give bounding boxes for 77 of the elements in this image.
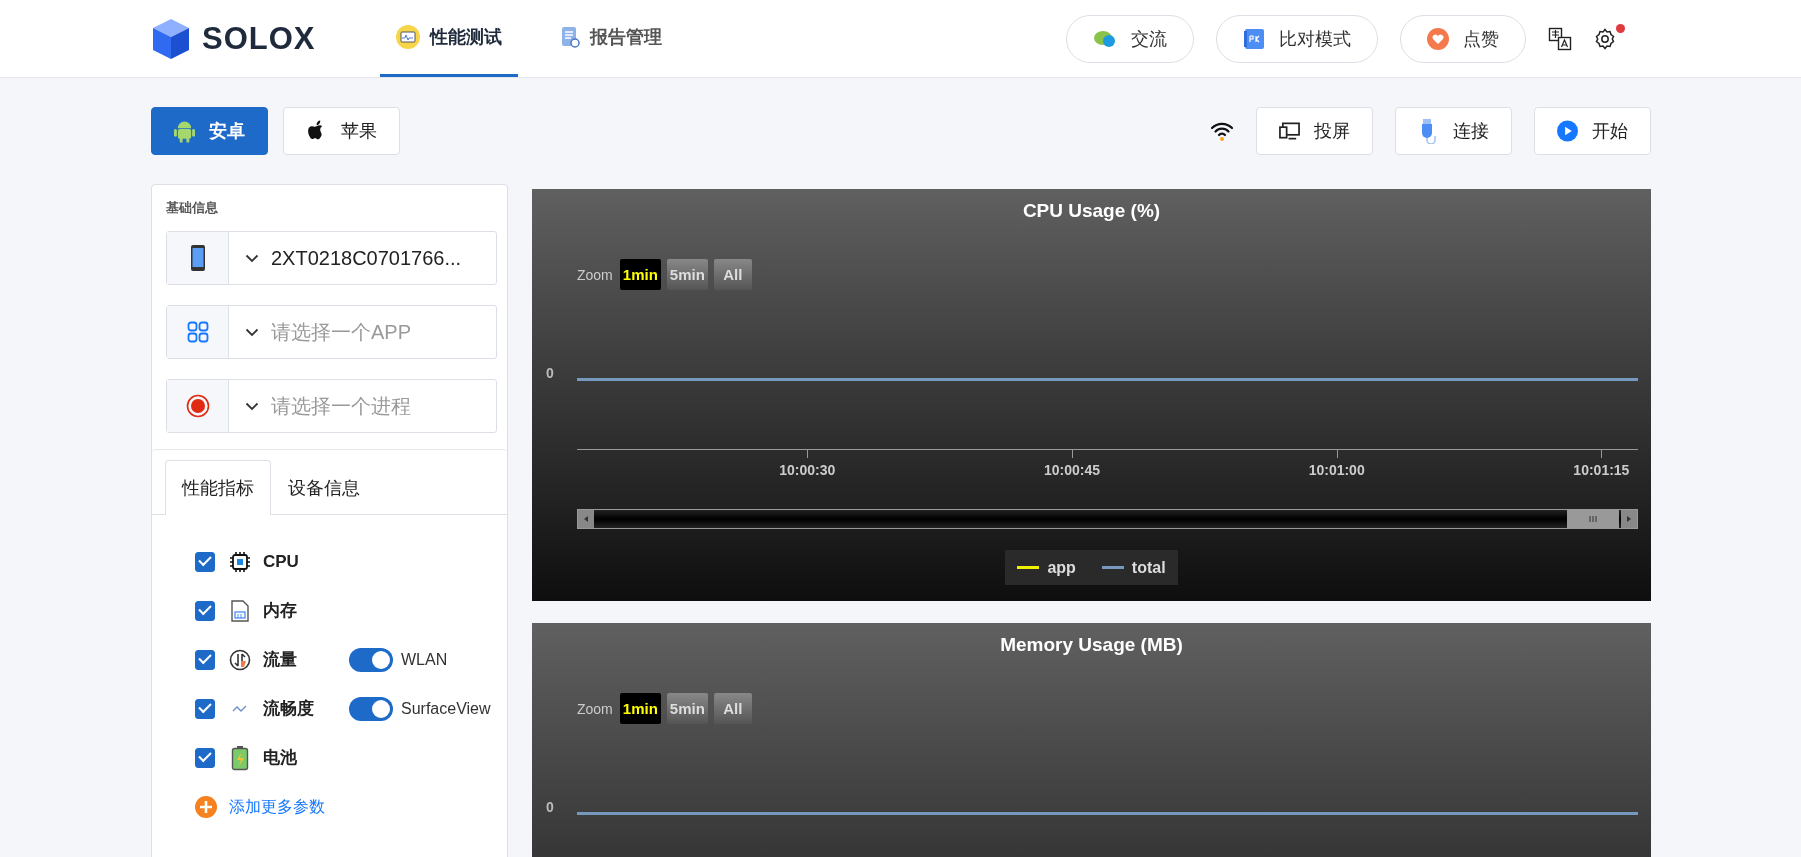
checkbox[interactable]: [195, 551, 215, 572]
play-icon: [1557, 120, 1578, 142]
panel-tab[interactable]: 设备信息: [271, 460, 377, 515]
header-button[interactable]: 点赞: [1400, 14, 1526, 63]
chart-title: Memory Usage (MB): [1000, 634, 1183, 655]
cpu-icon: [229, 550, 251, 573]
metric-label: 电池: [263, 748, 297, 767]
phone-icon: [189, 244, 206, 272]
wifi-icon: [1210, 121, 1234, 141]
zoom-button[interactable]: 5min: [666, 693, 708, 724]
add-icon[interactable]: [195, 796, 217, 818]
toggle-label: WLAN: [401, 650, 448, 669]
zoom-label: Zoom: [577, 266, 613, 283]
cube-logo-icon: [152, 17, 190, 60]
legend-label[interactable]: total: [1131, 558, 1166, 577]
android-icon: [174, 118, 195, 144]
zoom-button[interactable]: 5min: [666, 259, 708, 290]
nav-tab[interactable]: 性能测试: [379, 0, 518, 77]
select-value: 2XT0218C0701766...: [271, 246, 462, 270]
section-title: 基础信息: [166, 200, 218, 215]
zoom-label: Zoom: [577, 700, 613, 717]
x-axis-label: 10:01:00: [1308, 462, 1365, 478]
header-button[interactable]: 比对模式: [1216, 14, 1378, 63]
panel-tab[interactable]: 性能指标: [165, 460, 271, 515]
x-axis-label: 10:01:15: [1573, 462, 1630, 478]
translate-icon[interactable]: [1548, 26, 1572, 51]
record-icon: [185, 394, 210, 418]
scroll-handle[interactable]: [1567, 510, 1637, 528]
zoom-button[interactable]: 1min: [619, 259, 661, 290]
chat-icon: [1093, 28, 1117, 49]
traffic-icon: [229, 648, 251, 671]
toggle-label: SurfaceView: [401, 699, 491, 718]
checkbox[interactable]: [195, 698, 215, 719]
metric-label: 流畅度: [263, 699, 314, 718]
nav-tab[interactable]: 报告管理: [543, 0, 678, 77]
report-icon: [559, 25, 580, 49]
zoom-button[interactable]: All: [713, 259, 752, 290]
add-more-link[interactable]: 添加更多参数: [229, 796, 325, 818]
chevron-down-icon: [245, 327, 259, 337]
apps-icon: [186, 321, 209, 343]
select-placeholder: 请选择一个进程: [271, 393, 411, 419]
settings-icon[interactable]: [1594, 27, 1616, 50]
metric-label: 流量: [263, 650, 297, 669]
zoom-button[interactable]: All: [713, 693, 752, 724]
select-field[interactable]: 2XT0218C0701766...: [166, 231, 497, 285]
chevron-down-icon: [245, 401, 259, 411]
platform-button[interactable]: 安卓: [151, 107, 268, 155]
zoom-button[interactable]: 1min: [619, 693, 661, 724]
toggle-switch[interactable]: [349, 696, 393, 721]
pk-icon: [1243, 27, 1265, 50]
metric-label: CPU: [263, 551, 299, 571]
battery-icon: [231, 744, 249, 771]
chevron-down-icon: [245, 253, 259, 263]
toolbar-button[interactable]: 连接: [1395, 107, 1512, 155]
select-placeholder: 请选择一个APP: [271, 319, 412, 345]
y-axis-label: 0: [545, 365, 555, 381]
y-axis-label: 0: [545, 799, 555, 815]
chart-scrollbar[interactable]: [577, 509, 1638, 529]
toolbar-button[interactable]: 投屏: [1256, 107, 1373, 155]
x-axis-label: 10:00:30: [779, 462, 836, 478]
x-axis-label: 10:00:45: [1043, 462, 1100, 478]
header-button[interactable]: 交流: [1066, 14, 1194, 63]
app-logo-text: SOLOX: [202, 20, 316, 57]
screen-icon: [1279, 121, 1300, 141]
metric-label: 内存: [263, 601, 297, 620]
checkbox[interactable]: [195, 747, 215, 768]
fps-icon: [232, 703, 248, 714]
toggle-switch[interactable]: [349, 647, 393, 672]
checkbox[interactable]: [195, 600, 215, 621]
platform-button[interactable]: 苹果: [283, 107, 400, 155]
checkbox[interactable]: [195, 649, 215, 670]
chart-title: CPU Usage (%): [1022, 200, 1161, 221]
toolbar-button[interactable]: 开始: [1534, 107, 1651, 155]
memory-icon: [230, 598, 250, 623]
monitor-icon: [395, 25, 420, 49]
legend-label[interactable]: app: [1047, 558, 1076, 577]
notification-dot: [1616, 23, 1625, 33]
